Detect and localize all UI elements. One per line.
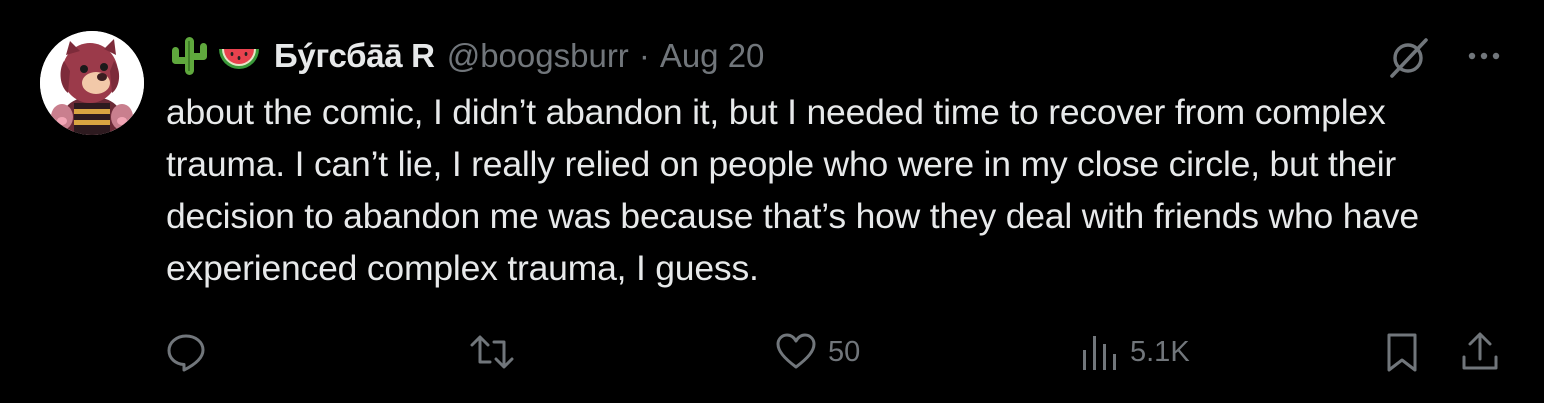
separator-dot: · (638, 37, 650, 74)
bookmark-button[interactable] (1382, 330, 1422, 374)
avatar-image (40, 31, 144, 135)
views-icon (1083, 336, 1116, 370)
reply-icon (167, 334, 205, 372)
bookmark-icon (1387, 333, 1417, 372)
more-icon[interactable] (1464, 36, 1504, 76)
tweet-header: Бýгсбāā R @boogsburr · Aug 20 (166, 32, 764, 80)
user-handle[interactable]: @boogsburr (447, 37, 629, 75)
like-count: 50 (828, 335, 861, 368)
watermelon-emoji (216, 33, 262, 79)
retweet-button[interactable] (468, 330, 526, 374)
tweet-date[interactable]: Aug 20 (660, 37, 765, 75)
cactus-emoji (166, 33, 212, 79)
avatar[interactable] (40, 31, 144, 135)
tweet[interactable]: Бýгсбāā R @boogsburr · Aug 20 about the … (0, 0, 1544, 403)
like-button[interactable]: 50 (774, 330, 860, 374)
heart-icon (776, 333, 816, 369)
share-icon (1462, 332, 1498, 370)
view-count: 5.1K (1130, 335, 1190, 368)
views-button[interactable]: 5.1K (1080, 330, 1190, 374)
display-name[interactable]: Бýгсбāā R (274, 37, 435, 75)
retweet-icon (470, 335, 514, 369)
header-actions (1386, 34, 1504, 78)
share-button[interactable] (1458, 330, 1502, 374)
action-bar: 50 5.1K (0, 330, 1544, 376)
reply-button[interactable] (164, 330, 218, 374)
grok-icon[interactable] (1386, 34, 1430, 78)
tweet-text: about the comic, I didn’t abandon it, bu… (166, 92, 1419, 288)
